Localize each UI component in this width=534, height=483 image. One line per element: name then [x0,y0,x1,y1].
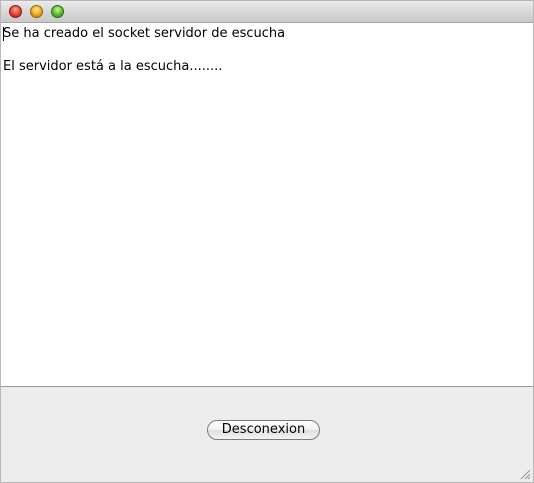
minimize-icon[interactable] [30,5,43,18]
log-line: El servidor está a la escucha........ [3,59,223,74]
server-window: Se ha creado el socket servidor de escuc… [0,0,534,483]
resize-grip-icon[interactable] [520,469,531,480]
close-icon[interactable] [9,5,22,18]
zoom-icon[interactable] [51,5,64,18]
log-line: Se ha creado el socket servidor de escuc… [3,26,286,41]
text-caret [3,27,4,41]
title-bar[interactable] [1,1,533,23]
server-log-textarea[interactable]: Se ha creado el socket servidor de escuc… [1,23,533,387]
disconnect-button[interactable]: Desconexion [207,420,320,440]
